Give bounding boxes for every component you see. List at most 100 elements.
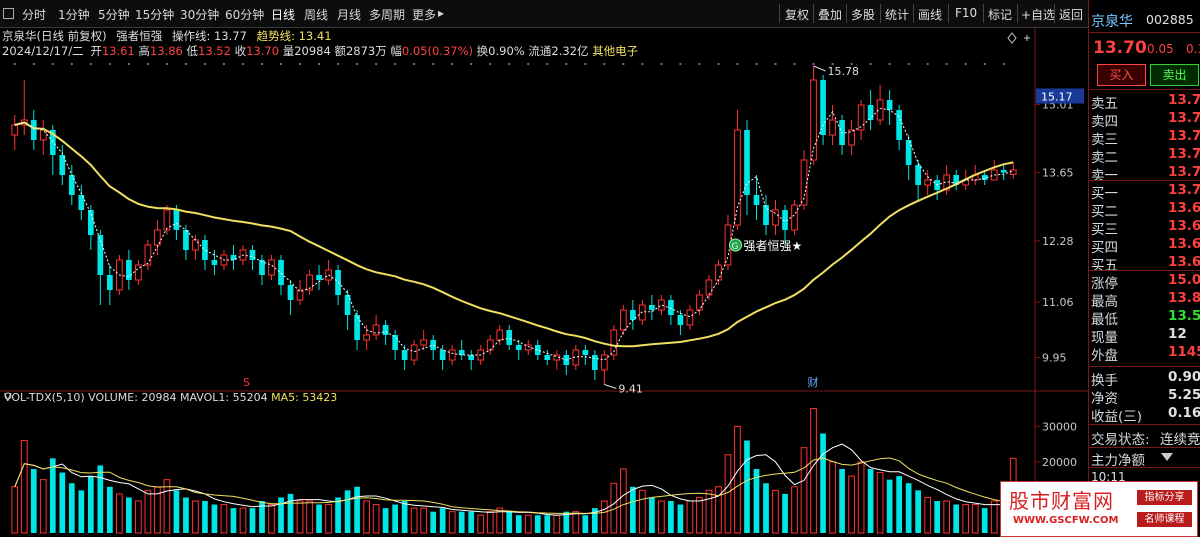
buy-button[interactable]: 买入 [1097, 64, 1146, 86]
candle-body [287, 285, 294, 300]
volume-bar [106, 486, 113, 533]
sell-button[interactable]: 卖出 [1150, 64, 1199, 86]
volume-bar [582, 515, 589, 533]
candle-body [630, 310, 636, 320]
candle-body [211, 260, 218, 265]
expand-icon [1024, 35, 1030, 41]
stat-row: 外盘 11458 [1091, 344, 1200, 364]
candle-body [202, 240, 208, 260]
candle-body [87, 210, 94, 235]
ask-row-value: 13.76 [1168, 92, 1200, 108]
volume-bar [296, 500, 304, 534]
marker-dot [261, 63, 263, 65]
volume-bar [20, 440, 28, 534]
high-mark-label: 15.78 [828, 65, 860, 78]
operation-line [14, 107, 1014, 361]
stat2-row: 换手 0.90% [1091, 369, 1200, 389]
volume-bar [705, 489, 713, 534]
volume-bar [372, 504, 380, 534]
marker-dot [299, 63, 302, 65]
stat-row-label: 涨停 [1091, 276, 1118, 292]
chevron-down-icon[interactable] [1161, 453, 1173, 461]
marker-dot [812, 63, 815, 65]
candle-body [249, 250, 256, 260]
trade-status-label: 交易状态: [1091, 432, 1150, 448]
watermark-tag-share: 指标分享 [1137, 490, 1192, 505]
volume-bar [630, 486, 636, 533]
candle-body [658, 299, 665, 311]
candle-body [763, 205, 769, 225]
candle-body [363, 334, 370, 341]
candle-body [696, 294, 703, 311]
marker-dot [508, 63, 511, 65]
signal-label: 强者恒强★ [743, 239, 802, 253]
volume-bar [886, 479, 893, 533]
ask-row-label: 卖五 [1091, 96, 1118, 112]
marker-dot [603, 63, 606, 65]
bid-row-label: 买四 [1091, 240, 1118, 256]
candle-body [11, 124, 19, 136]
volume-bar [953, 504, 960, 533]
candle-body [905, 140, 912, 165]
volume-bar [658, 500, 665, 534]
marker-dot [318, 63, 321, 65]
candle-body [173, 210, 180, 230]
marker-dot [146, 63, 149, 65]
candle-body [620, 309, 627, 331]
marker-dot [413, 63, 416, 65]
stat-row-value: 13.52 [1168, 308, 1200, 324]
ask-row: 卖三 13.74 [1091, 128, 1200, 148]
ask-row-value: 13.74 [1168, 128, 1200, 144]
bid-row-value: 13.69 [1168, 200, 1200, 216]
volume-bar [11, 486, 19, 534]
ask-row-value: 13.72 [1168, 146, 1200, 162]
marker-dot [432, 63, 435, 65]
volume-bar [829, 461, 836, 534]
volume-bar [553, 514, 561, 534]
volume-bar [905, 483, 912, 533]
candle-body [401, 350, 408, 360]
volume-bar [325, 504, 332, 534]
volume-bar [68, 483, 75, 533]
bid-row-value: 13.70 [1168, 182, 1200, 198]
ask-row-value: 13.71 [1168, 164, 1200, 180]
marker-dot [907, 63, 910, 65]
candle-body [515, 345, 522, 350]
volume-bar [306, 500, 313, 534]
candle-body [668, 300, 674, 315]
volume-bar [668, 501, 674, 533]
kline-chart[interactable]: 15.0113.6512.2811.069.9515.173000020000V… [0, 0, 1088, 537]
ask-row-label: 卖一 [1091, 168, 1118, 184]
candle-body [30, 120, 37, 140]
volume-bar [430, 511, 437, 533]
volume-bar [410, 507, 418, 534]
candle-body [686, 309, 694, 326]
volume-bar [268, 504, 275, 534]
quote-panel: 京泉华 002885 13.70 0.05 0.37 买入 卖出 卖五 13.76… [1088, 0, 1200, 537]
volume-bar [183, 497, 189, 533]
marker-dot [793, 63, 796, 65]
volume-bar [753, 469, 760, 533]
diamond-icon [1007, 32, 1017, 44]
marker-dot [964, 63, 967, 65]
candle-body [344, 295, 351, 315]
candle-body [354, 315, 360, 340]
bid-row: 买四 13.67 [1091, 236, 1200, 256]
marker-dot [945, 63, 948, 65]
candle-body [829, 119, 836, 136]
volume-bar [943, 500, 951, 534]
volume-bar [458, 511, 465, 533]
volume-bar [239, 507, 247, 534]
main-flow: 主力净额 [1091, 449, 1200, 469]
watermark-tag-course: 名师课程 [1137, 512, 1192, 527]
stat-row-value: 13.86 [1168, 290, 1200, 306]
ask-row: 卖四 13.75 [1091, 110, 1200, 130]
volume-bar [524, 514, 532, 534]
volume-header-part: MAVOL1: [176, 391, 232, 404]
candle-body [259, 260, 265, 275]
candle-body [1000, 170, 1007, 173]
volume-tick-label: 20000 [1042, 456, 1077, 469]
marker-dot [127, 63, 130, 65]
marker-dot [32, 63, 35, 65]
stat2-row-value: 5.25 [1168, 387, 1200, 403]
